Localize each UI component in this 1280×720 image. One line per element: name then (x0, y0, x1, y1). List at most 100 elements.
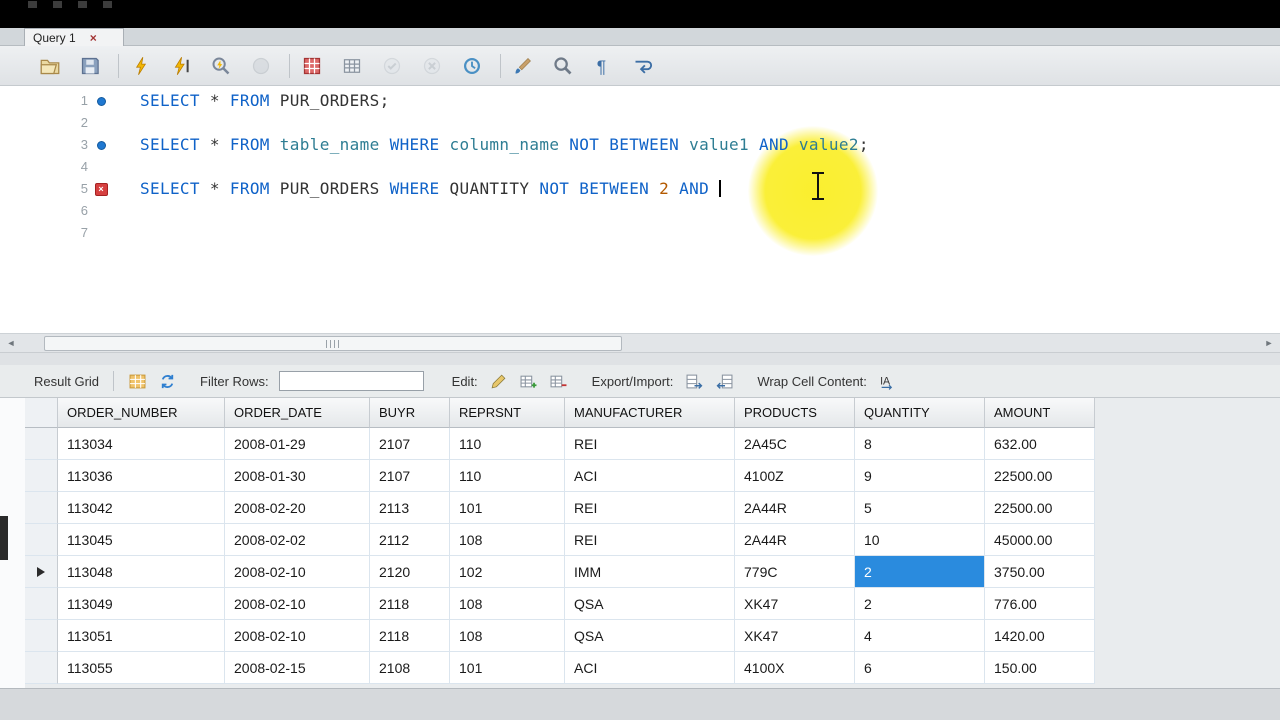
table-cell[interactable]: 6 (855, 652, 985, 684)
save-icon[interactable] (78, 54, 102, 78)
invisibles-icon[interactable]: ¶ (591, 54, 615, 78)
delete-row-icon[interactable] (548, 370, 570, 392)
table-row[interactable]: 113048 2008-02-10 2120 102 IMM 779C 2 3750.00 (25, 556, 1095, 588)
table-cell[interactable]: 4100X (735, 652, 855, 684)
table-row[interactable]: 113051 2008-02-10 2118 108 QSA XK47 4 1420.00 (25, 620, 1095, 652)
window-menu-icon[interactable] (28, 1, 37, 8)
row-gutter[interactable] (25, 556, 58, 588)
table-cell[interactable]: REI (565, 428, 735, 460)
scroll-left-icon[interactable]: ◄ (2, 336, 20, 351)
import-icon[interactable] (713, 370, 735, 392)
table-cell[interactable]: 113042 (58, 492, 225, 524)
table-cell[interactable]: 776.00 (985, 588, 1095, 620)
table-cell[interactable]: 2008-01-30 (225, 460, 370, 492)
table-cell[interactable]: 2008-02-10 (225, 588, 370, 620)
table-cell[interactable]: 108 (450, 620, 565, 652)
table-cell[interactable]: 5 (855, 492, 985, 524)
row-gutter[interactable] (25, 460, 58, 492)
table-cell[interactable]: 150.00 (985, 652, 1095, 684)
table-cell[interactable]: 2108 (370, 652, 450, 684)
table-cell[interactable]: REI (565, 492, 735, 524)
table-cell[interactable]: 22500.00 (985, 492, 1095, 524)
table-cell[interactable]: 2A44R (735, 492, 855, 524)
editor-hscrollbar[interactable]: ◄ ► (0, 333, 1280, 352)
table-row[interactable]: 113045 2008-02-02 2112 108 REI 2A44R 10 45000.0… (25, 524, 1095, 556)
column-header[interactable]: QUANTITY (855, 398, 985, 428)
row-gutter[interactable] (25, 524, 58, 556)
export-icon[interactable] (683, 370, 705, 392)
table-cell[interactable]: 45000.00 (985, 524, 1095, 556)
row-gutter[interactable] (25, 492, 58, 524)
wrap-text-icon[interactable] (631, 54, 655, 78)
table-cell[interactable]: 8 (855, 428, 985, 460)
table-cell[interactable]: 2107 (370, 460, 450, 492)
scrollbar-thumb[interactable] (44, 336, 622, 351)
table-cell[interactable]: ACI (565, 460, 735, 492)
table-cell[interactable]: 2008-01-29 (225, 428, 370, 460)
tab-query-1[interactable]: Query 1 × (24, 28, 124, 46)
column-header[interactable]: ORDER_DATE (225, 398, 370, 428)
table-cell[interactable]: 2 (855, 556, 985, 588)
execute-current-icon[interactable] (169, 54, 193, 78)
code-line[interactable]: 1 SELECT * FROM PUR_ORDERS; (0, 90, 1280, 112)
explain-icon[interactable] (209, 54, 233, 78)
code-line[interactable]: 6 (0, 200, 1280, 222)
table-cell[interactable]: 113045 (58, 524, 225, 556)
edit-pencil-icon[interactable] (488, 370, 510, 392)
table-cell[interactable]: 108 (450, 588, 565, 620)
column-header[interactable]: BUYR (370, 398, 450, 428)
open-file-icon[interactable] (38, 54, 62, 78)
row-gutter[interactable] (25, 620, 58, 652)
column-header[interactable]: PRODUCTS (735, 398, 855, 428)
table-cell[interactable]: 101 (450, 652, 565, 684)
limit-rows-icon[interactable] (340, 54, 364, 78)
table-cell[interactable]: 4100Z (735, 460, 855, 492)
table-cell[interactable]: ACI (565, 652, 735, 684)
window-menu-icon[interactable] (53, 1, 62, 8)
table-cell[interactable]: REI (565, 524, 735, 556)
table-cell[interactable]: 2 (855, 588, 985, 620)
insert-row-icon[interactable] (518, 370, 540, 392)
tab-close-icon[interactable]: × (90, 31, 97, 45)
table-cell[interactable]: 22500.00 (985, 460, 1095, 492)
row-gutter[interactable] (25, 428, 58, 460)
table-cell[interactable]: XK47 (735, 620, 855, 652)
table-cell[interactable]: QSA (565, 620, 735, 652)
wrap-cell-icon[interactable]: IA (877, 370, 899, 392)
table-cell[interactable]: 632.00 (985, 428, 1095, 460)
scroll-right-icon[interactable]: ► (1260, 336, 1278, 351)
table-row[interactable]: 113049 2008-02-10 2118 108 QSA XK47 2 776.00 (25, 588, 1095, 620)
window-menu-icon[interactable] (78, 1, 87, 8)
table-cell[interactable]: 2118 (370, 620, 450, 652)
table-cell[interactable]: 2008-02-10 (225, 556, 370, 588)
column-header[interactable]: MANUFACTURER (565, 398, 735, 428)
table-cell[interactable]: 113048 (58, 556, 225, 588)
table-cell[interactable]: 2A44R (735, 524, 855, 556)
table-row[interactable]: 113036 2008-01-30 2107 110 ACI 4100Z 9 22500.00 (25, 460, 1095, 492)
table-cell[interactable]: 113051 (58, 620, 225, 652)
table-cell[interactable]: 2118 (370, 588, 450, 620)
table-cell[interactable]: QSA (565, 588, 735, 620)
table-cell[interactable]: 113036 (58, 460, 225, 492)
table-cell[interactable]: 2107 (370, 428, 450, 460)
table-cell[interactable]: 1420.00 (985, 620, 1095, 652)
table-cell[interactable]: 779C (735, 556, 855, 588)
code-line[interactable]: 2 (0, 112, 1280, 134)
find-icon[interactable] (551, 54, 575, 78)
table-cell[interactable]: 10 (855, 524, 985, 556)
table-row[interactable]: 113055 2008-02-15 2108 101 ACI 4100X 6 150.00 (25, 652, 1095, 684)
table-cell[interactable]: 2120 (370, 556, 450, 588)
code-line[interactable]: 3 SELECT * FROM table_name WHERE column_n… (0, 134, 1280, 156)
table-cell[interactable]: 2113 (370, 492, 450, 524)
table-cell[interactable]: 2008-02-15 (225, 652, 370, 684)
table-cell[interactable]: IMM (565, 556, 735, 588)
result-grid-icon[interactable] (126, 370, 148, 392)
code-line[interactable]: 7 (0, 222, 1280, 244)
table-cell[interactable]: 113055 (58, 652, 225, 684)
toggle-stop-on-error-icon[interactable] (300, 54, 324, 78)
execute-icon[interactable] (129, 54, 153, 78)
filter-rows-input[interactable] (278, 371, 424, 391)
autocommit-icon[interactable] (460, 54, 484, 78)
table-cell[interactable]: 2008-02-10 (225, 620, 370, 652)
code-line[interactable]: 5 × SELECT * FROM PUR_ORDERS WHERE QUANTIT… (0, 178, 1280, 200)
